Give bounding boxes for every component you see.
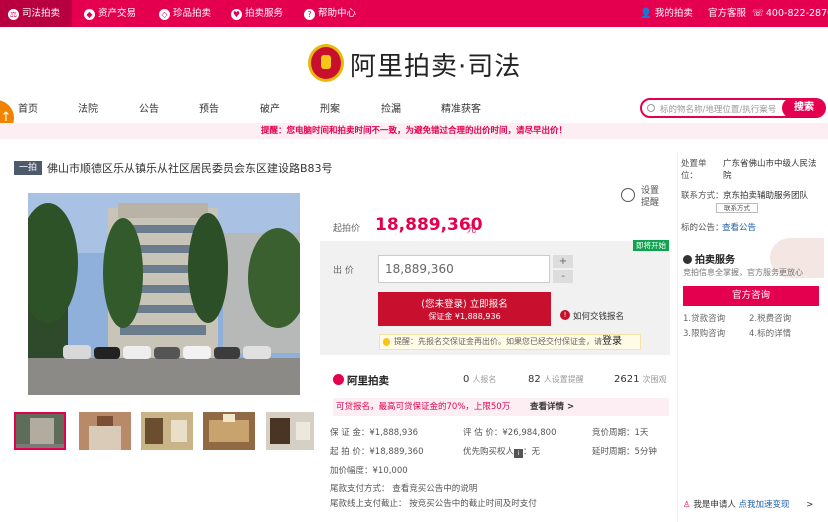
question-icon: ? — [304, 9, 315, 20]
user-add-icon: ♙ — [683, 500, 691, 510]
status-badge: 即将开始 — [633, 240, 669, 251]
view-notice-link[interactable]: 查看公告 — [722, 222, 756, 234]
bidding-cycle: 竞价周期：1天 — [592, 428, 649, 438]
lightbulb-icon — [383, 338, 390, 346]
contact-button[interactable]: 联系方式 — [716, 203, 758, 213]
appraisal-price: 评 估 价：¥26,984,800 — [463, 428, 557, 438]
tax-consult-link[interactable]: 2.税费咨询 — [749, 313, 791, 325]
loan-consult-link[interactable]: 1.贷款咨询 — [683, 313, 725, 325]
nav-item-announcement[interactable]: 公告 — [139, 100, 159, 115]
bid-increase-button[interactable]: + — [553, 255, 573, 268]
how-to-register-link[interactable]: 如何交钱报名 — [573, 310, 624, 322]
my-auction-link[interactable]: 👤 我的拍卖 — [640, 0, 693, 27]
phone-icon: ☏ — [752, 8, 764, 19]
thumbnail-1[interactable] — [14, 412, 66, 450]
info-flag-icon[interactable]: i — [514, 449, 524, 458]
nav-item-bargain[interactable]: 捡漏 — [381, 100, 401, 115]
deposit-tip: 提醒：先报名交保证金再出价。如果您已经交付保证金，请登录 — [379, 334, 641, 350]
deposit-amount: 保 证 金：¥1,888,936 — [330, 428, 419, 438]
court-emblem-icon — [308, 44, 344, 82]
bid-decrease-button[interactable]: - — [553, 270, 573, 283]
ali-logo-icon — [333, 374, 344, 385]
user-icon: 👤 — [640, 8, 652, 19]
nav-item-criminal[interactable]: 刑案 — [320, 100, 340, 115]
thumbnail-5[interactable] — [266, 412, 314, 450]
item-details-link[interactable]: 4.标的详情 — [749, 328, 791, 340]
register-now-button[interactable]: (您未登录) 立即报名 保证金 ¥1,888,936 — [378, 292, 551, 326]
notice-label: 标的公告： — [681, 223, 724, 233]
auction-service-title: 拍卖服务 — [683, 251, 735, 266]
nav-auction-service[interactable]: ♥ 拍卖服务 — [231, 0, 283, 27]
auction-round-tag: 一拍 — [14, 161, 42, 175]
heart-icon: ♥ — [231, 9, 242, 20]
payment-method: 尾款支付方式： 查看竞买公告中的说明 — [330, 484, 478, 494]
customer-service-link[interactable]: 官方客服 — [708, 0, 746, 27]
ali-auction-brand: 阿里拍卖 — [333, 373, 389, 388]
nav-item-bankruptcy[interactable]: 破产 — [260, 100, 280, 115]
thumbnail-2[interactable] — [79, 412, 131, 450]
clock-icon[interactable] — [621, 188, 635, 202]
disposal-unit-value: 广东省佛山市中级人民法院 — [723, 159, 817, 181]
set-reminder-button[interactable]: 设置提醒 — [641, 185, 665, 209]
thumbnail-4[interactable] — [203, 412, 255, 450]
search-icon — [647, 104, 655, 112]
nav-item-customer-acquisition[interactable]: 精准获客 — [441, 100, 481, 115]
signup-count: 0 人报名 — [463, 374, 497, 385]
search-button[interactable]: 搜索 — [782, 98, 826, 118]
nav-item-preview[interactable]: 预告 — [199, 100, 219, 115]
service-icon — [683, 255, 692, 264]
top-bar: ⚖ 司法拍卖 ◆ 资产交易 ◇ 珍品拍卖 ♥ 拍卖服务 ? 帮助中心 👤 我的拍卖 官方客服… — [0, 0, 828, 27]
nav-help-center[interactable]: ? 帮助中心 — [304, 0, 356, 27]
treasure-icon: ◇ — [159, 9, 170, 20]
payment-deadline: 尾款线上支付截止： 按竞买公告中的截止时间及时支付 — [330, 499, 537, 509]
contact-value: 京东拍卖辅助服务团队 — [723, 191, 809, 201]
view-details-link[interactable]: 查看详情 > — [530, 398, 574, 416]
bid-amount-input[interactable]: 18,889,360 — [378, 255, 550, 283]
nav-item-court[interactable]: 法院 — [78, 100, 98, 115]
nav-treasure-auction[interactable]: ◇ 珍品拍卖 — [159, 0, 211, 27]
auction-service-subtitle: 竞拍信息全掌握，官方服务更放心 — [683, 268, 803, 277]
thumbnail-3[interactable] — [141, 412, 193, 450]
item-title: 佛山市顺德区乐从镇乐从社区居民委员会东区建设路B83号 — [47, 162, 333, 175]
start-price-label: 起拍价 — [333, 224, 361, 234]
chevron-right-icon: > — [806, 500, 814, 510]
phone-number: ☏ 400-822-2870 — [752, 8, 828, 19]
login-link[interactable]: 登录 — [602, 336, 622, 347]
disposal-unit-label: 处置单位： — [681, 159, 707, 181]
delay-cycle: 延时周期：5分钟 — [592, 447, 657, 457]
time-warning-notice: 提醒：您电脑时间和拍卖时间不一致，为避免错过合理的出价时间，请尽早出价！ — [0, 123, 828, 139]
price-unit: 元 — [467, 225, 477, 235]
reminder-count: 82 人设置提醒 — [528, 374, 584, 385]
asset-icon: ◆ — [84, 9, 95, 20]
applicant-quick-sale[interactable]: ♙ 我是申请人 点我加速变现 > — [683, 498, 813, 510]
info-icon: ! — [560, 310, 570, 320]
official-consult-button[interactable]: 官方咨询 — [683, 286, 819, 306]
nav-item-home[interactable]: 首页 — [18, 100, 38, 115]
purchase-limit-consult-link[interactable]: 3.限购咨询 — [683, 328, 725, 340]
nav-home-judicial[interactable]: ⚖ 司法拍卖 — [0, 0, 72, 27]
nav-asset-trading[interactable]: ◆ 资产交易 — [84, 0, 136, 27]
bid-label: 出 价 — [333, 266, 354, 276]
main-property-photo — [28, 193, 300, 395]
logo-text: 阿里拍卖·司法 — [350, 52, 522, 82]
loan-banner[interactable]: 可贷报名，最高可贷保证金的70%，上限50万 查看详情 > — [333, 398, 669, 416]
gavel-icon: ⚖ — [8, 9, 19, 20]
priority-buyer: 优先购买权人 i ：无 — [463, 447, 541, 458]
bid-increment: 加价幅度：¥10,000 — [330, 466, 408, 476]
view-count: 2621 次围观 — [614, 374, 667, 385]
site-logo[interactable]: 阿里拍卖·司法 — [308, 44, 528, 84]
start-price-detail: 起 拍 价：¥18,889,360 — [330, 447, 424, 457]
